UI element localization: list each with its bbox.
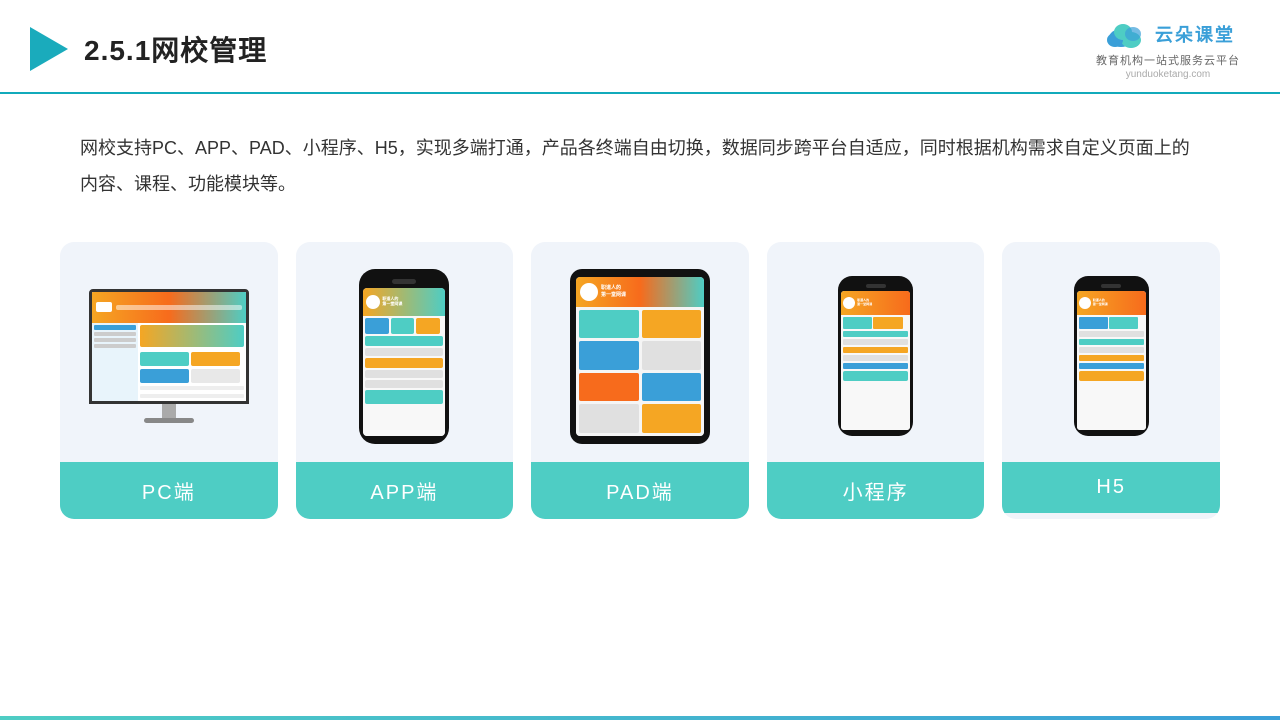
miniphone-card-item-2 bbox=[873, 317, 902, 329]
miniphone-card-item-3 bbox=[1079, 317, 1108, 329]
miniphone-row-c2 bbox=[1079, 339, 1144, 345]
pad-image-area: 职道人的第一堂网课 bbox=[531, 242, 749, 462]
description-text: 网校支持PC、APP、PAD、小程序、H5，实现多端打通，产品各终端自由切换，数… bbox=[0, 94, 1280, 222]
h5-image-area: 职道人的第一堂网课 bbox=[1002, 242, 1220, 462]
phone-title-text: 职道人的第一堂网课 bbox=[382, 297, 402, 307]
phone-row-1 bbox=[365, 336, 443, 346]
pc-monitor bbox=[89, 289, 249, 423]
logo-sub: 教育机构一站式服务云平台 bbox=[1096, 52, 1240, 68]
card-app: 职道人的第一堂网课 bbox=[296, 242, 514, 519]
miniphone-content-1 bbox=[841, 315, 910, 430]
miniphone-mock-2: 职道人的第一堂网课 bbox=[1074, 276, 1149, 436]
page-header: 2.5.1网校管理 云朵课堂 教育机构一站式服务云平台 yunduoketang… bbox=[0, 0, 1280, 94]
card-label-pad: PAD端 bbox=[531, 462, 749, 519]
tablet-screen: 职道人的第一堂网课 bbox=[576, 277, 704, 436]
miniphone-header-1: 职道人的第一堂网课 bbox=[841, 291, 910, 315]
miniphone-row-2 bbox=[843, 355, 908, 361]
miniphone-cards-2 bbox=[1079, 317, 1144, 329]
miniphone-content-2 bbox=[1077, 315, 1146, 430]
phone-screen: 职道人的第一堂网课 bbox=[363, 288, 445, 436]
bottom-bar bbox=[0, 716, 1280, 720]
tablet-logo bbox=[580, 283, 598, 301]
monitor-stand bbox=[162, 404, 176, 418]
pc-header-bar bbox=[92, 292, 246, 323]
cards-area: PC端 职道人的第一堂网课 bbox=[0, 222, 1280, 519]
pc-image-area bbox=[60, 242, 278, 462]
phone-mock-app: 职道人的第一堂网课 bbox=[359, 269, 449, 444]
pc-sidebar bbox=[92, 323, 138, 401]
phone-grid bbox=[365, 318, 443, 334]
logo-area: 云朵课堂 教育机构一站式服务云平台 yunduoketang.com bbox=[1096, 18, 1240, 80]
card-label-miniapp: 小程序 bbox=[767, 462, 985, 519]
miniphone-avatar-2 bbox=[1079, 297, 1091, 309]
pc-main bbox=[138, 323, 246, 401]
tablet-block-2 bbox=[642, 310, 702, 339]
phone-row-2 bbox=[365, 348, 443, 356]
card-h5: 职道人的第一堂网课 bbox=[1002, 242, 1220, 519]
card-miniapp: 职道人的第一堂网课 bbox=[767, 242, 985, 519]
play-icon bbox=[30, 27, 68, 71]
miniapp-image-area: 职道人的第一堂网课 bbox=[767, 242, 985, 462]
miniphone-card-item-4 bbox=[1109, 317, 1138, 329]
miniphone-avatar-1 bbox=[843, 297, 855, 309]
phone-row-3 bbox=[365, 358, 443, 368]
miniphone-notch-1 bbox=[866, 284, 886, 288]
phone-avatar bbox=[366, 295, 380, 309]
miniphone-screen-1: 职道人的第一堂网课 bbox=[841, 291, 910, 430]
card-label-pc: PC端 bbox=[60, 462, 278, 519]
card-pad: 职道人的第一堂网课 PAD端 bbox=[531, 242, 749, 519]
app-image-area: 职道人的第一堂网课 bbox=[296, 242, 514, 462]
card-label-app: APP端 bbox=[296, 462, 514, 519]
miniphone-screen-2: 职道人的第一堂网课 bbox=[1077, 291, 1146, 430]
description-paragraph: 网校支持PC、APP、PAD、小程序、H5，实现多端打通，产品各终端自由切换，数… bbox=[80, 130, 1200, 202]
logo-url: yunduoketang.com bbox=[1126, 69, 1211, 80]
card-label-h5: H5 bbox=[1002, 462, 1220, 513]
phone-row-4 bbox=[365, 370, 443, 378]
logo-text-main: 云朵课堂 bbox=[1155, 21, 1235, 47]
miniphone-row-1 bbox=[843, 339, 908, 345]
logo-cloud: 云朵课堂 bbox=[1101, 18, 1235, 50]
phone-row-5 bbox=[365, 380, 443, 388]
tablet-block-7 bbox=[579, 404, 639, 433]
miniphone-header-2: 职道人的第一堂网课 bbox=[1077, 291, 1146, 315]
miniphone-row-4 bbox=[1079, 347, 1144, 353]
monitor-screen bbox=[89, 289, 249, 404]
phone-grid-item-1 bbox=[365, 318, 388, 334]
cloud-icon bbox=[1101, 18, 1149, 50]
miniphone-mock-1: 职道人的第一堂网课 bbox=[838, 276, 913, 436]
miniphone-row-b2 bbox=[1079, 363, 1144, 369]
miniphone-card-item-1 bbox=[843, 317, 872, 329]
header-left: 2.5.1网校管理 bbox=[30, 27, 267, 71]
phone-content bbox=[363, 316, 445, 436]
phone-header: 职道人的第一堂网课 bbox=[363, 288, 445, 316]
miniphone-title-2: 职道人的第一堂网课 bbox=[1093, 299, 1108, 306]
phone-notch bbox=[392, 279, 416, 284]
miniphone-title-1: 职道人的第一堂网课 bbox=[857, 299, 872, 306]
page-title: 2.5.1网校管理 bbox=[84, 29, 267, 69]
tablet-block-1 bbox=[579, 310, 639, 339]
phone-grid-item-3 bbox=[416, 318, 439, 334]
tablet-content bbox=[576, 307, 704, 436]
miniphone-cards-1 bbox=[843, 317, 908, 329]
pc-screen-content bbox=[92, 292, 246, 401]
miniphone-row-3 bbox=[1079, 331, 1144, 337]
tablet-mock: 职道人的第一堂网课 bbox=[570, 269, 710, 444]
miniphone-notch-2 bbox=[1101, 284, 1121, 288]
monitor-base bbox=[144, 418, 194, 423]
miniphone-row-o bbox=[843, 347, 908, 353]
miniphone-row-c bbox=[843, 331, 908, 337]
tablet-block-8 bbox=[642, 404, 702, 433]
tablet-block-3 bbox=[579, 341, 639, 370]
tablet-header: 职道人的第一堂网课 bbox=[576, 277, 704, 307]
tablet-block-6 bbox=[642, 373, 702, 402]
tablet-block-5 bbox=[579, 373, 639, 402]
card-pc: PC端 bbox=[60, 242, 278, 519]
tablet-block-4 bbox=[642, 341, 702, 370]
miniphone-row-b bbox=[843, 363, 908, 369]
phone-grid-item-2 bbox=[391, 318, 414, 334]
miniphone-row-o2 bbox=[1079, 355, 1144, 361]
